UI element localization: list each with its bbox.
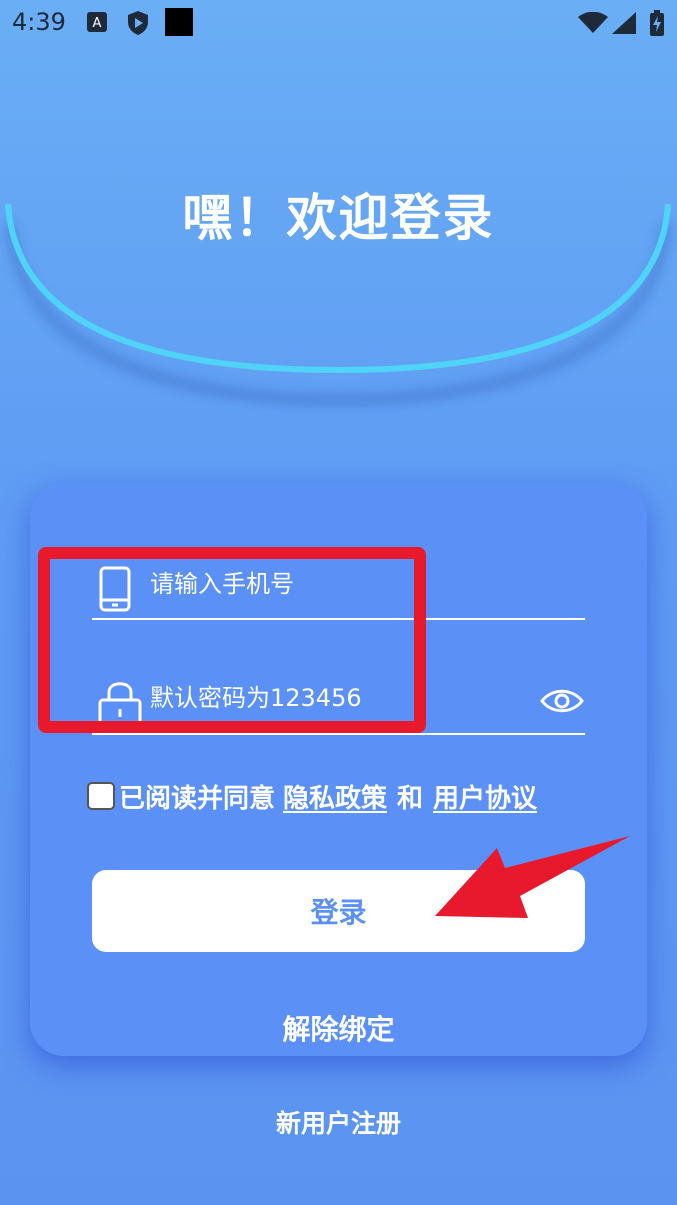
black-square-icon xyxy=(165,8,193,40)
password-input[interactable] xyxy=(150,672,530,724)
svg-text:A: A xyxy=(93,16,102,31)
phone-field xyxy=(92,558,585,620)
agreement-text: 已阅读并同意 xyxy=(119,783,276,814)
register-link[interactable]: 新用户注册 xyxy=(0,1104,677,1140)
font-a-icon: A xyxy=(86,10,108,38)
welcome-title: 嘿！欢迎登录 xyxy=(182,189,495,247)
login-button[interactable]: 登录 xyxy=(92,870,585,952)
status-bar: 4:39 A xyxy=(0,0,677,50)
signal-icon xyxy=(612,12,636,38)
status-time: 4:39 xyxy=(12,8,66,36)
battery-charging-icon xyxy=(649,10,665,40)
agreement-conjunction: 和 xyxy=(397,783,424,814)
user-agreement-link[interactable]: 用户协议 xyxy=(433,778,537,815)
unbind-button[interactable]: 解除绑定 xyxy=(0,1008,677,1048)
agree-checkbox[interactable] xyxy=(87,782,115,810)
agreement-row: 已阅读并同意 隐私政策 和 用户协议 xyxy=(87,778,537,814)
phone-input[interactable] xyxy=(150,558,530,610)
privacy-policy-link[interactable]: 隐私政策 xyxy=(283,778,387,815)
password-field xyxy=(92,672,585,735)
wifi-icon xyxy=(578,11,608,38)
shield-play-icon xyxy=(126,10,150,40)
phone-icon xyxy=(98,566,132,616)
eye-icon[interactable] xyxy=(540,686,584,720)
lock-icon xyxy=(98,678,142,732)
